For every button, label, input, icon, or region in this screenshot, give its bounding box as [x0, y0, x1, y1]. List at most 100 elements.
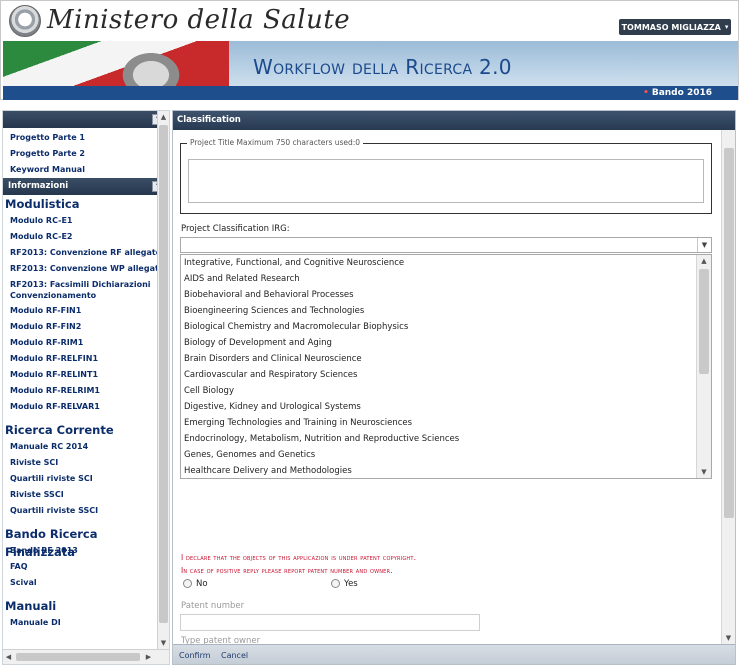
- sidebar-link[interactable]: Modulo RF-FIN1: [3, 303, 169, 319]
- sidebar-link[interactable]: Modulo RF-FIN2: [3, 319, 169, 335]
- scroll-thumb[interactable]: [16, 653, 140, 661]
- scroll-left-icon[interactable]: ◀: [3, 650, 14, 664]
- irg-option[interactable]: Endocrinology, Metabolism, Nutrition and…: [181, 431, 711, 447]
- info-header-label: Informazioni: [8, 181, 69, 191]
- scroll-down-icon[interactable]: ▼: [697, 466, 711, 478]
- sidebar-link[interactable]: Modulo RC-E2: [3, 229, 169, 245]
- sidebar-link[interactable]: RF2013: Convenzione WP allegato 1: [3, 261, 169, 277]
- section-title: Modulistica: [5, 197, 80, 211]
- patent-declaration: I declare that the objects of this appli…: [181, 551, 416, 577]
- panel-vertical-scrollbar[interactable]: ▼: [721, 130, 735, 644]
- irg-option[interactable]: Healthcare Delivery and Methodologies: [181, 463, 711, 478]
- sidebar-link[interactable]: RF2013: Convenzione RF allegato 1: [3, 245, 169, 261]
- sidebar-link-keyword-manual[interactable]: Keyword Manual: [3, 162, 169, 178]
- irg-option[interactable]: Digestive, Kidney and Urological Systems: [181, 399, 711, 415]
- sidebar-link[interactable]: Modulo RF-RELINT1: [3, 367, 169, 383]
- sidebar-horizontal-scrollbar[interactable]: ◀ ▶: [3, 649, 169, 664]
- radio-no-label: No: [196, 579, 208, 589]
- irg-option[interactable]: Emerging Technologies and Training in Ne…: [181, 415, 711, 431]
- project-title-textarea[interactable]: [188, 159, 704, 203]
- sidebar-section-bando-rf: Bando Ricerca Finalizzata Bando RF 2013 …: [3, 519, 169, 591]
- irg-option[interactable]: Brain Disorders and Clinical Neuroscienc…: [181, 351, 711, 367]
- radio-yes-label: Yes: [344, 579, 358, 589]
- sidebar-link[interactable]: RF2013: Facsimili Dichiarazioni Convenzi…: [3, 277, 153, 303]
- sidebar-section-modulistica: Modulistica Modulo RC-E1 Modulo RC-E2 RF…: [3, 195, 169, 415]
- sidebar-section-manuali: Manuali Manuale DI: [3, 591, 169, 631]
- scroll-down-icon[interactable]: ▼: [722, 632, 735, 644]
- declaration-line-1: I declare that the objects of this appli…: [181, 553, 417, 562]
- sidebar-link[interactable]: Riviste SCI: [3, 455, 169, 471]
- classification-panel: Classification Project Title Maximum 750…: [172, 110, 736, 665]
- irg-label: Project Classification IRG:: [181, 224, 290, 234]
- sidebar-link[interactable]: FAQ: [3, 559, 169, 575]
- irg-options-list[interactable]: Integrative, Functional, and Cognitive N…: [180, 254, 712, 479]
- project-title-legend: Project Title Maximum 750 characters use…: [187, 138, 364, 147]
- irg-option[interactable]: Biobehavioral and Behavioral Processes: [181, 287, 711, 303]
- sidebar-link[interactable]: Manuale DI: [3, 615, 169, 631]
- scroll-thumb[interactable]: [159, 125, 168, 623]
- scroll-thumb[interactable]: [699, 269, 709, 374]
- section-title: Bando Ricerca Finalizzata: [5, 527, 98, 559]
- irg-option[interactable]: Biology of Development and Aging: [181, 335, 711, 351]
- chevron-down-icon[interactable]: ▼: [697, 238, 711, 252]
- radio-circle-icon[interactable]: [331, 579, 340, 588]
- sidebar-link[interactable]: Quartili riviste SCI: [3, 471, 169, 487]
- declaration-line-2: In case of positive reply please report …: [181, 566, 393, 575]
- sidebar-link[interactable]: Modulo RF-RELFIN1: [3, 351, 169, 367]
- sidebar-link[interactable]: Riviste SSCI: [3, 487, 169, 503]
- scroll-thumb[interactable]: [724, 148, 734, 518]
- radio-yes[interactable]: Yes: [331, 579, 358, 589]
- sidebar-info-header: Informazioni ⌃: [3, 178, 169, 195]
- sidebar-link[interactable]: Modulo RF-RELVAR1: [3, 399, 169, 415]
- sidebar-link-progetto-parte-2[interactable]: Progetto Parte 2: [3, 146, 169, 162]
- sidebar-link[interactable]: Bando RF 2013: [3, 543, 169, 559]
- sidebar-vertical-scrollbar[interactable]: ▲ ▼: [157, 111, 169, 649]
- republic-emblem-icon: [9, 5, 41, 37]
- sidebar-link-progetto-parte-1[interactable]: Progetto Parte 1: [3, 130, 169, 146]
- logo-row: Ministero della Salute TOMMASO MIGLIAZZA…: [1, 1, 738, 41]
- sidebar-link[interactable]: Modulo RC-E1: [3, 213, 169, 229]
- panel-title: Classification: [173, 111, 735, 130]
- irg-option[interactable]: AIDS and Related Research: [181, 271, 711, 287]
- irg-option[interactable]: Biological Chemistry and Macromolecular …: [181, 319, 711, 335]
- statue-image: [115, 47, 187, 87]
- sidebar-link[interactable]: Modulo RF-RELRIM1: [3, 383, 169, 399]
- sidebar-link[interactable]: Quartili riviste SSCI: [3, 503, 169, 519]
- irg-option[interactable]: Bioengineering Sciences and Technologies: [181, 303, 711, 319]
- sidebar-link[interactable]: Modulo RF-RIM1: [3, 335, 169, 351]
- irg-option[interactable]: Genes, Genomes and Genetics: [181, 447, 711, 463]
- scroll-up-icon[interactable]: ▲: [697, 255, 711, 267]
- bando-bar: • Bando 2016: [3, 86, 738, 100]
- section-title: Ricerca Corrente: [5, 423, 114, 437]
- irg-select[interactable]: ▼: [180, 237, 712, 253]
- project-title-fieldset: Project Title Maximum 750 characters use…: [180, 138, 712, 214]
- patent-number-input[interactable]: [180, 614, 480, 631]
- app-header: Ministero della Salute TOMMASO MIGLIAZZA…: [0, 0, 739, 100]
- banner: Workflow della Ricerca 2.0: [3, 41, 738, 87]
- cancel-button[interactable]: Cancel: [221, 645, 248, 664]
- scroll-down-icon[interactable]: ▼: [158, 637, 169, 649]
- flag-image: [3, 41, 229, 87]
- patent-number-label: Patent number: [181, 601, 245, 611]
- scroll-right-icon[interactable]: ▶: [143, 650, 154, 664]
- section-title: Manuali: [5, 599, 57, 613]
- radio-circle-icon[interactable]: [183, 579, 192, 588]
- irg-list-scrollbar[interactable]: ▲ ▼: [696, 255, 711, 478]
- user-name: TOMMASO MIGLIAZZA: [621, 22, 721, 32]
- sidebar-section-ricerca-corrente: Ricerca Corrente Manuale RC 2014 Riviste…: [3, 415, 169, 519]
- ministry-name: Ministero della Salute: [47, 5, 351, 35]
- app-title: Workflow della Ricerca 2.0: [253, 55, 512, 79]
- irg-option[interactable]: Integrative, Functional, and Cognitive N…: [181, 255, 711, 271]
- sidebar-link[interactable]: Scival: [3, 575, 169, 591]
- scroll-up-icon[interactable]: ▲: [158, 111, 169, 123]
- bando-label: Bando 2016: [651, 88, 712, 98]
- sidebar: ⌃ Progetto Parte 1 Progetto Parte 2 Keyw…: [2, 110, 170, 665]
- user-menu-button[interactable]: TOMMASO MIGLIAZZA ▾: [619, 19, 731, 35]
- sidebar-top-header: ⌃: [3, 111, 169, 128]
- irg-option[interactable]: Cell Biology: [181, 383, 711, 399]
- sidebar-link[interactable]: Manuale RC 2014: [3, 439, 169, 455]
- bullet-icon: •: [643, 88, 649, 98]
- confirm-button[interactable]: Confirm: [179, 645, 211, 664]
- radio-no[interactable]: No: [183, 579, 208, 589]
- irg-option[interactable]: Cardiovascular and Respiratory Sciences: [181, 367, 711, 383]
